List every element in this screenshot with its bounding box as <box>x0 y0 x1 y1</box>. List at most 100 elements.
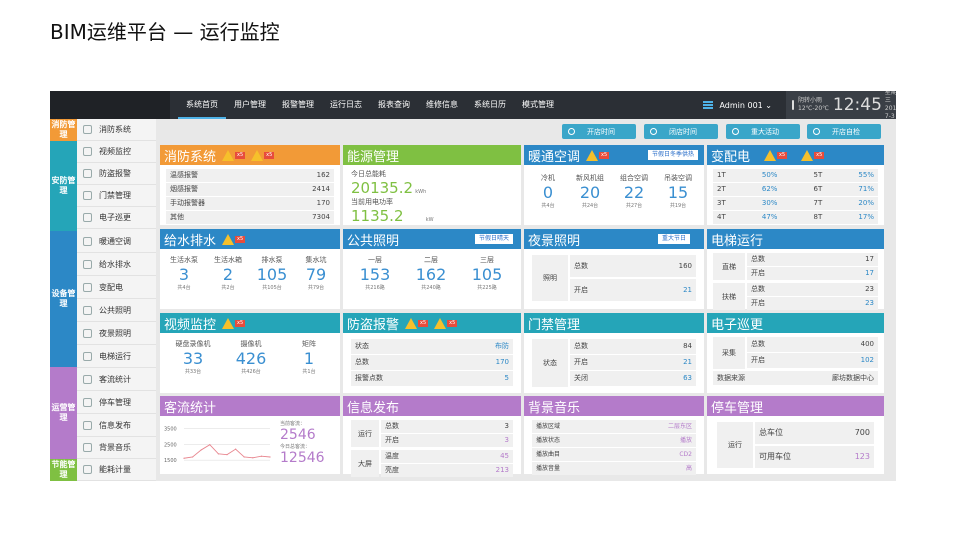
hvac-stat: 组合空调 22 共27台 <box>614 173 654 209</box>
warning-badge[interactable]: x5 <box>764 149 788 161</box>
table-row: 总车位 700 <box>755 422 874 444</box>
warning-badge[interactable]: x5 <box>222 233 246 245</box>
nav-home[interactable]: 系统首页 <box>178 91 226 119</box>
warning-badge[interactable]: x5 <box>405 317 429 329</box>
warning-badge[interactable]: x5 <box>251 149 275 161</box>
row-label: 总数 <box>751 285 765 293</box>
menu-icon[interactable] <box>703 101 714 109</box>
warning-count: x5 <box>264 151 275 159</box>
traffic-series-line <box>183 444 271 459</box>
panel-header[interactable]: 客流统计 <box>160 396 340 416</box>
sidebar-item-fire-system[interactable]: 消防系统 <box>77 119 156 141</box>
panel-header[interactable]: 停车管理 <box>707 396 884 416</box>
nav-alarms[interactable]: 报警管理 <box>274 91 322 119</box>
category-equipment[interactable]: 设备管理 <box>50 231 77 367</box>
sidebar-item-power[interactable]: 变配电 <box>77 277 156 299</box>
info-group: 大屏 温度 45 亮度 213 <box>351 450 513 478</box>
panel-header[interactable]: 暖通空调 x5 节假日冬季供热 <box>524 145 704 165</box>
panel-header[interactable]: 门禁管理 <box>524 313 704 333</box>
sidebar-item-water[interactable]: 给水排水 <box>77 254 156 276</box>
mode-tag[interactable]: 节假日晴天 <box>474 234 513 244</box>
warning-icon <box>222 149 235 161</box>
panel-header[interactable]: 电梯运行 <box>707 229 884 249</box>
sidebar-item-energy-meter[interactable]: 能耗计量 <box>77 459 156 481</box>
energy-label: 今日总能耗 <box>351 170 386 178</box>
warning-icon <box>251 149 264 161</box>
mode-tag[interactable]: 重大节日 <box>657 234 690 244</box>
category-fire[interactable]: 消防管理 <box>50 119 77 141</box>
stat-total: 共426台 <box>241 369 261 375</box>
power-label: 当前用电功率 <box>351 198 393 206</box>
sidebar-item-parking[interactable]: 停车管理 <box>77 392 156 414</box>
night-body: 照明 总数 160 开启 21 <box>532 255 696 302</box>
panel-header[interactable]: 视频监控 x5 <box>160 313 340 333</box>
panel-patrol: 电子巡更 采集 总数 400 开启 102 数据来源 廊坊数据中心 <box>707 313 884 393</box>
sidebar-item-traffic[interactable]: 客流统计 <box>77 369 156 391</box>
logo-area <box>50 91 170 119</box>
panel-header[interactable]: 能源管理 <box>343 145 521 165</box>
calendar-icon <box>732 128 739 135</box>
panel-header[interactable]: 防盗报警 x5 x5 <box>343 313 521 333</box>
nav-logs[interactable]: 运行日志 <box>322 91 370 119</box>
warning-badge[interactable]: x5 <box>434 317 458 329</box>
stat-total: 共4台 <box>177 285 191 291</box>
sidebar-item-video[interactable]: 视频监控 <box>77 141 156 163</box>
warning-badge[interactable]: x5 <box>222 149 246 161</box>
panel-header[interactable]: 背景音乐 <box>524 396 704 416</box>
warning-badge[interactable]: x5 <box>801 149 825 161</box>
row-value: 3 <box>504 436 509 444</box>
mode-tag[interactable]: 节假日冬季供热 <box>647 150 698 160</box>
sidebar-item-music[interactable]: 背景音乐 <box>77 437 156 459</box>
warning-count: x5 <box>447 319 458 327</box>
sidebar-item-hvac[interactable]: 暖通空调 <box>77 231 156 253</box>
panel-header[interactable]: 电子巡更 <box>707 313 884 333</box>
nav-right: Admin 001 ⌄ 阴转小雨 12℃-20℃ 12:45 星期三 2013-… <box>703 91 896 120</box>
table-row: 总数 84 <box>570 339 696 354</box>
sidebar-item-access[interactable]: 门禁管理 <box>77 185 156 207</box>
warning-count: x5 <box>418 319 429 327</box>
panel-header[interactable]: 变配电 x5 x5 <box>707 145 884 165</box>
category-energy[interactable]: 节能管理 <box>50 459 77 481</box>
load: 47% <box>761 213 778 221</box>
row-value: 17 <box>865 269 874 277</box>
row-label: 总数 <box>574 262 588 270</box>
admin-user-menu[interactable]: Admin 001 ⌄ <box>719 101 772 110</box>
nav-calendar[interactable]: 系统日历 <box>466 91 514 119</box>
sidebar-item-label: 背景音乐 <box>99 443 131 452</box>
nav-users[interactable]: 用户管理 <box>226 91 274 119</box>
panel-water: 给水排水 x5 生活水泵 3 共4台 生活水箱 2 共2台 排水泵 105 共105台 集水… <box>160 229 340 309</box>
warning-count: x5 <box>235 235 246 243</box>
panel-title: 防盗报警 <box>347 317 400 333</box>
sidebar-item-elevator[interactable]: 电梯运行 <box>77 346 156 368</box>
panel-title: 信息发布 <box>347 400 400 416</box>
close-time-button[interactable]: 闭店时间 <box>644 124 718 139</box>
stat-name: 生活水泵 <box>170 256 198 264</box>
category-security[interactable]: 安防管理 <box>50 141 77 231</box>
sidebar-item-patrol[interactable]: 电子巡更 <box>77 207 156 229</box>
nav-modes[interactable]: 模式管理 <box>514 91 562 119</box>
sidebar-item-night[interactable]: 夜景照明 <box>77 323 156 345</box>
sidebar-item-info[interactable]: 信息发布 <box>77 415 156 437</box>
panel-title: 客流统计 <box>164 400 217 416</box>
alarm-rows: 状态 布防 总数 170 报警点数 5 <box>351 339 513 387</box>
panel-header[interactable]: 信息发布 <box>343 396 521 416</box>
open-time-button[interactable]: 开店时间 <box>562 124 636 139</box>
nav-menu: 系统首页 用户管理 报警管理 运行日志 报表查询 维修信息 系统日历 模式管理 <box>178 91 562 119</box>
panel-header[interactable]: 消防系统 x5 x5 <box>160 145 340 165</box>
table-row: 1T 50% 5T 55% <box>713 169 878 182</box>
nav-maintenance[interactable]: 维修信息 <box>418 91 466 119</box>
major-event-button[interactable]: 重大活动 <box>726 124 800 139</box>
panel-header[interactable]: 公共照明 节假日晴天 <box>343 229 521 249</box>
panel-header[interactable]: 夜景照明 重大节日 <box>524 229 704 249</box>
self-check-button[interactable]: 开店自检 <box>807 124 881 139</box>
sidebar-item-lighting[interactable]: 公共照明 <box>77 300 156 322</box>
warning-badge[interactable]: x5 <box>222 317 246 329</box>
warning-badge[interactable]: x5 <box>586 149 610 161</box>
table-row: 手动报警器 170 <box>166 197 334 210</box>
traffic-point <box>235 448 237 450</box>
category-operations[interactable]: 运营管理 <box>50 367 77 459</box>
sidebar-item-burglar[interactable]: 防盗报警 <box>77 163 156 185</box>
nav-reports[interactable]: 报表查询 <box>370 91 418 119</box>
row-label: 播放音量 <box>536 465 561 472</box>
panel-header[interactable]: 给水排水 x5 <box>160 229 340 249</box>
